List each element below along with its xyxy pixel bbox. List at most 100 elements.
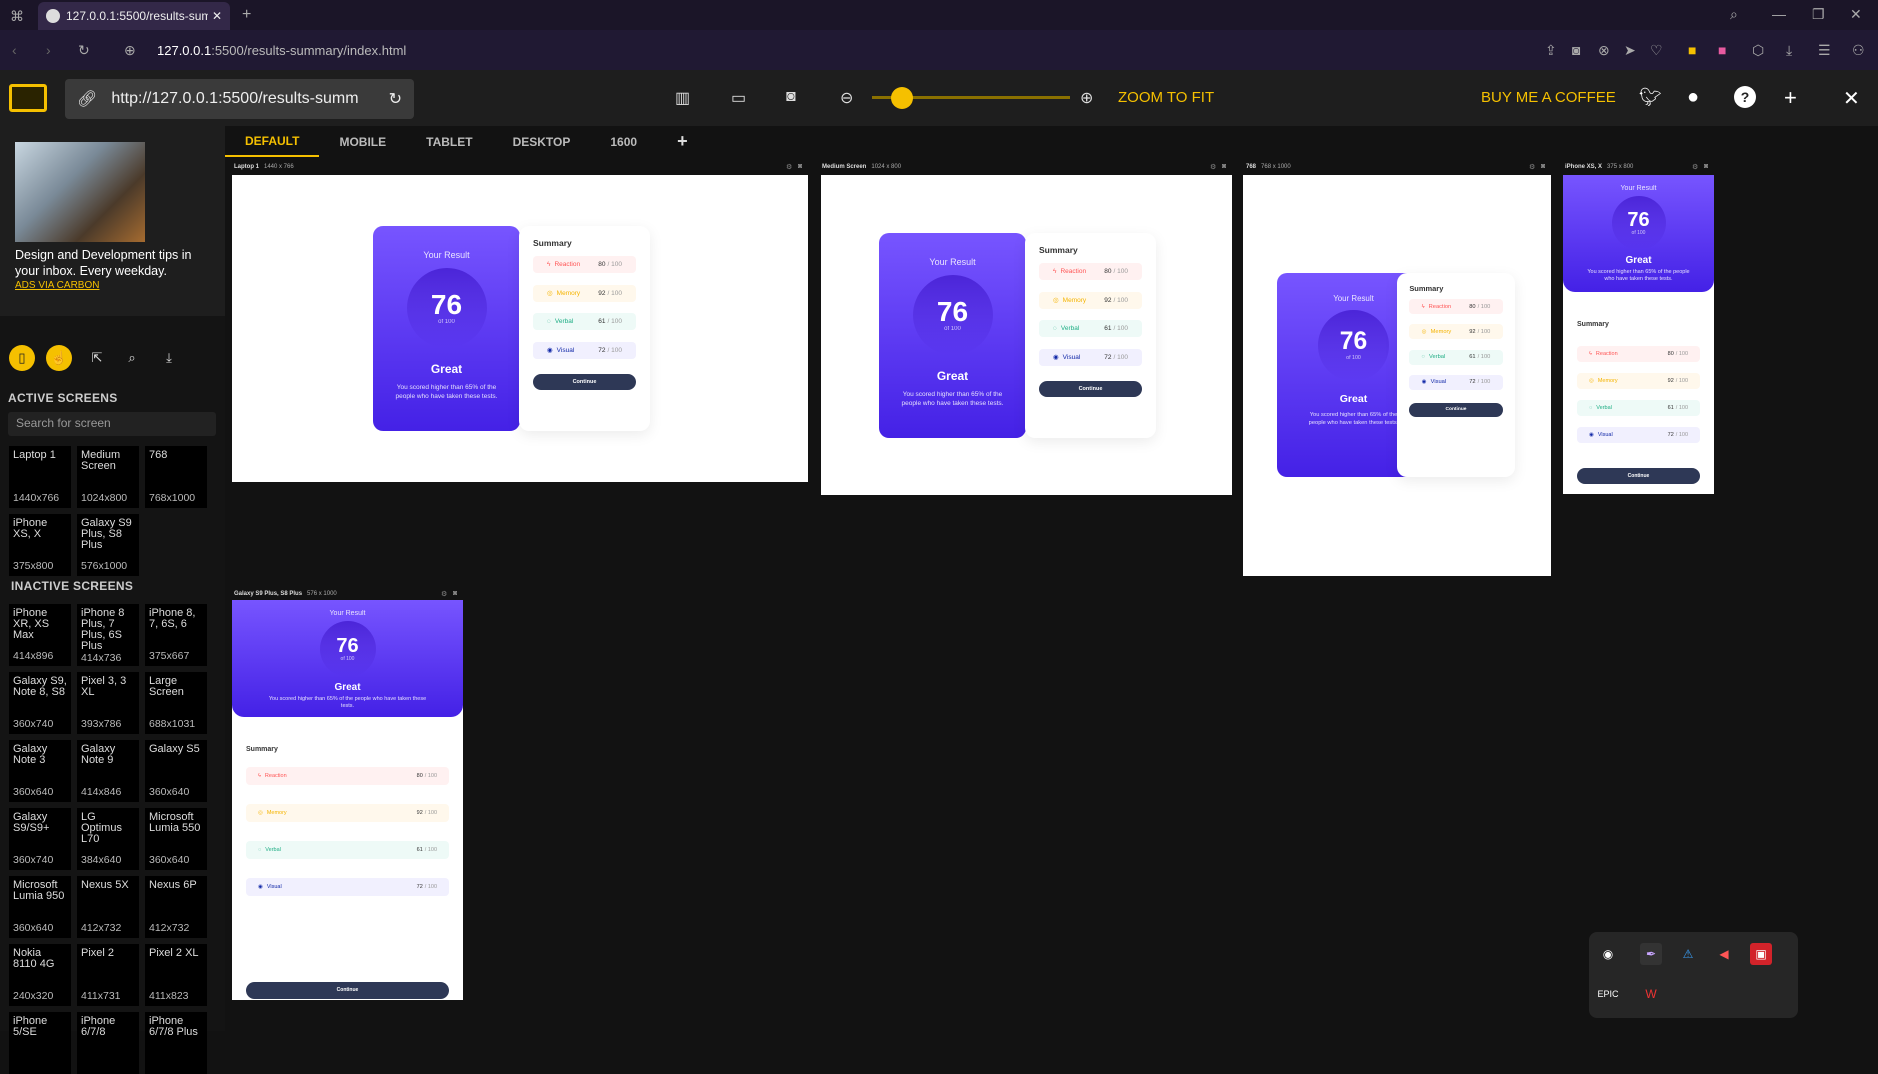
tab-mobile[interactable]: MOBILE (319, 126, 406, 157)
send-icon[interactable]: ➤ (1624, 42, 1636, 59)
download-tool-icon[interactable]: ⤓ (156, 345, 182, 371)
screen-card[interactable]: 768 768x1000 (145, 446, 207, 508)
inspect-tool-icon[interactable]: ☝ (46, 345, 72, 371)
search-tool-icon[interactable]: ⌕ (119, 345, 145, 371)
buy-coffee-button[interactable]: BUY ME A COFFEE (1481, 89, 1616, 106)
ad-text[interactable]: Design and Development tips in your inbo… (15, 247, 205, 279)
adblock-icon[interactable]: ⊗ (1598, 42, 1610, 59)
screen-card[interactable]: Galaxy S5 360x640 (145, 740, 207, 802)
screen-card[interactable]: iPhone XS, X 375x800 (9, 514, 71, 576)
close-icon[interactable]: ✕ (1843, 86, 1860, 111)
screen-card[interactable]: Galaxy Note 3 360x640 (9, 740, 71, 802)
reload-icon[interactable]: ↻ (78, 42, 90, 59)
address-text[interactable]: 127.0.0.1:5500/results-summary/index.htm… (157, 43, 406, 58)
zoom-slider-handle[interactable] (891, 87, 913, 109)
extension-responsive-icon[interactable]: ■ (1688, 42, 1696, 58)
preview-capture-icon[interactable]: ◙ (1541, 163, 1545, 170)
camera-icon[interactable]: ◙ (1572, 42, 1580, 58)
screen-card[interactable]: Large Screen 688x1031 (145, 672, 207, 734)
continue-button[interactable]: Continue (533, 374, 636, 390)
discord-icon[interactable]: ◉ (1597, 943, 1619, 965)
reload-icon[interactable]: ↻ (389, 89, 402, 109)
url-input[interactable]: 🔗︎ http://127.0.0.1:5500/results-summ ↻ (65, 79, 414, 119)
cube-icon[interactable]: ⬡ (1752, 42, 1764, 59)
add-icon[interactable]: + (1784, 85, 1797, 111)
screen-card[interactable]: Laptop 1 1440x766 (9, 446, 71, 508)
new-tab-icon[interactable]: + (242, 6, 251, 24)
screen-card[interactable]: Nexus 6P 412x732 (145, 876, 207, 938)
continue-button[interactable]: Continue (1409, 403, 1503, 418)
screen-card[interactable]: iPhone 8, 7, 6S, 6 375x667 (145, 604, 207, 666)
preview-capture-icon[interactable]: ◙ (798, 163, 802, 170)
gamepad-icon[interactable]: ⌘ (10, 8, 24, 25)
github-icon[interactable]: ● (1687, 86, 1699, 109)
tab-desktop[interactable]: DESKTOP (493, 126, 591, 157)
screen-card[interactable]: iPhone 6/7/8 Plus (145, 1012, 207, 1074)
tab-1600[interactable]: 1600 (590, 126, 657, 157)
screen-card[interactable]: Pixel 2 XL 411x823 (145, 944, 207, 1006)
screen-card[interactable]: Medium Screen 1024x800 (77, 446, 139, 508)
restore-icon[interactable]: ❐ (1812, 6, 1825, 23)
twitter-icon[interactable]: 🐦︎ (1639, 87, 1662, 108)
screen-card[interactable]: Pixel 3, 3 XL 393x786 (77, 672, 139, 734)
forward-icon[interactable]: › (46, 42, 51, 58)
continue-button[interactable]: Continue (246, 982, 449, 999)
share-icon[interactable]: ⇪ (1545, 42, 1557, 59)
wps-icon[interactable]: W (1640, 983, 1662, 1005)
screen-card[interactable]: Pixel 2 411x731 (77, 944, 139, 1006)
zoom-to-fit-button[interactable]: ZOOM TO FIT (1118, 89, 1214, 106)
screen-card[interactable]: iPhone XR, XS Max 414x896 (9, 604, 71, 666)
preview-settings-icon[interactable]: ⚙ (1692, 163, 1698, 171)
screen-card[interactable]: Nokia 8110 4G 240x320 (9, 944, 71, 1006)
screen-card[interactable]: Microsoft Lumia 950 360x640 (9, 876, 71, 938)
screen-card[interactable]: Galaxy S9, Note 8, S8 360x740 (9, 672, 71, 734)
menu-icon[interactable]: ☰ (1818, 42, 1831, 59)
screen-card[interactable]: Galaxy Note 9 414x846 (77, 740, 139, 802)
screen-card[interactable]: LG Optimus L70 384x640 (77, 808, 139, 870)
zoom-out-icon[interactable]: ⊖ (840, 88, 853, 108)
site-info-icon[interactable]: ⊕ (124, 42, 136, 59)
close-window-icon[interactable]: ✕ (1850, 6, 1862, 23)
speaker-icon[interactable]: ◀ (1713, 943, 1735, 965)
screen-card[interactable]: iPhone 5/SE (9, 1012, 71, 1074)
extension-gradient-icon[interactable]: ■ (1718, 42, 1726, 58)
close-tab-icon[interactable]: ✕ (212, 9, 222, 23)
preview-capture-icon[interactable]: ◙ (453, 590, 457, 597)
ad-image[interactable] (15, 142, 145, 242)
screen-card[interactable]: Galaxy S9/S9+ 360x740 (9, 808, 71, 870)
preview-capture-icon[interactable]: ◙ (1704, 163, 1708, 170)
add-tab-icon[interactable]: + (657, 126, 708, 157)
back-icon[interactable]: ‹ (12, 42, 17, 58)
preview-settings-icon[interactable]: ⚙ (1529, 163, 1535, 171)
layout-columns-icon[interactable]: ▥ (675, 88, 690, 108)
screenshot-icon[interactable]: ◙ (786, 88, 796, 106)
cursor-tool-icon[interactable]: ⇱ (84, 345, 110, 371)
screen-card[interactable]: iPhone 6/7/8 (77, 1012, 139, 1074)
screen-card[interactable]: Microsoft Lumia 550 360x640 (145, 808, 207, 870)
preview-capture-icon[interactable]: ◙ (1222, 163, 1226, 170)
search-tabs-icon[interactable]: ⌕ (1730, 6, 1738, 23)
continue-button[interactable]: Continue (1039, 381, 1142, 397)
screen-card[interactable]: Nexus 5X 412x732 (77, 876, 139, 938)
browser-tab[interactable]: 127.0.0.1:5500/results-sum ✕ (38, 2, 230, 30)
heart-icon[interactable]: ♡ (1650, 42, 1663, 59)
epic-games-icon[interactable]: EPIC (1597, 983, 1619, 1005)
download-icon[interactable]: ⤓ (1786, 42, 1792, 59)
device-tool-icon[interactable]: ▯ (9, 345, 35, 371)
minimize-icon[interactable]: — (1772, 6, 1786, 22)
screen-card[interactable]: Galaxy S9 Plus, S8 Plus 576x1000 (77, 514, 139, 576)
screen-search-input[interactable]: Search for screen (8, 412, 216, 436)
ad-link[interactable]: ADS VIA CARBON (15, 280, 99, 291)
zoom-in-icon[interactable]: ⊕ (1080, 88, 1093, 108)
amd-icon[interactable]: ▣ (1750, 943, 1772, 965)
continue-button[interactable]: Continue (1577, 468, 1700, 484)
shield-warning-icon[interactable]: ⚠ (1677, 943, 1699, 965)
preview-settings-icon[interactable]: ⚙ (1210, 163, 1216, 171)
screen-card[interactable]: iPhone 8 Plus, 7 Plus, 6S Plus 414x736 (77, 604, 139, 666)
profile-icon[interactable]: ⚇ (1852, 42, 1865, 59)
tab-tablet[interactable]: TABLET (406, 126, 492, 157)
preview-settings-icon[interactable]: ⚙ (786, 163, 792, 171)
feather-icon[interactable]: ✒ (1640, 943, 1662, 965)
preview-settings-icon[interactable]: ⚙ (441, 590, 447, 598)
tab-default[interactable]: DEFAULT (225, 126, 320, 157)
